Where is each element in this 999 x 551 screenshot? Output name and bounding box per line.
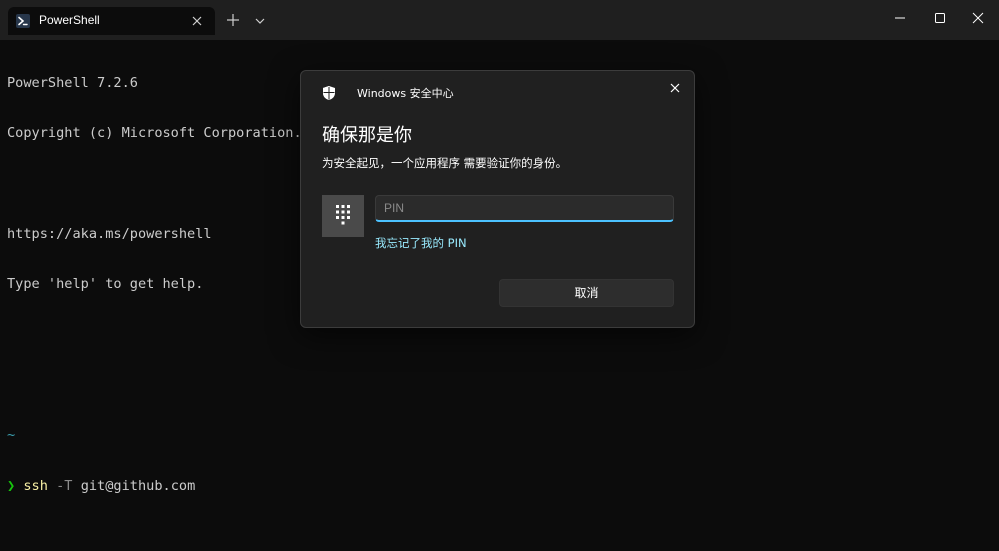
terminal-line: https://aka.ms/powershell: [7, 225, 212, 242]
tab-title: PowerShell: [39, 13, 100, 27]
minimize-icon: [895, 17, 905, 19]
maximize-icon: [935, 13, 945, 23]
command-name: ssh: [23, 477, 48, 494]
maximize-button[interactable]: [920, 0, 960, 36]
command-argument: git@github.com: [80, 477, 196, 494]
shield-icon: [322, 85, 336, 101]
windows-security-dialog: Windows 安全中心 确保那是你 为安全起见，一个应用程序 需要验证你的身份…: [300, 70, 695, 328]
minimize-button[interactable]: [880, 0, 920, 36]
tab-close-icon[interactable]: [189, 13, 205, 29]
close-icon: [972, 12, 984, 24]
dialog-app-title: Windows 安全中心: [357, 87, 454, 100]
pin-input[interactable]: [375, 195, 674, 222]
title-bar: PowerShell: [0, 0, 999, 40]
command-flag: -T: [56, 477, 73, 494]
prompt-chevron-icon: ❯: [7, 477, 16, 494]
terminal-output[interactable]: PowerShell 7.2.6 Copyright (c) Microsoft…: [7, 41, 302, 511]
forgot-pin-link[interactable]: 我忘记了我的 PIN: [375, 235, 467, 251]
tab-powershell[interactable]: PowerShell: [8, 7, 215, 35]
close-window-button[interactable]: [958, 0, 998, 36]
new-tab-plus-icon[interactable]: [224, 11, 242, 29]
prompt-cwd: ~: [7, 427, 16, 444]
keypad-icon: [322, 195, 364, 237]
dialog-close-icon[interactable]: [668, 80, 682, 94]
dialog-subtitle: 为安全起见，一个应用程序 需要验证你的身份。: [322, 156, 568, 170]
powershell-icon: [16, 14, 30, 28]
prompt-line: ❯ ssh -T git@github.com: [7, 478, 302, 495]
chevron-down-icon[interactable]: [252, 13, 268, 27]
terminal-line: PowerShell 7.2.6: [7, 74, 138, 91]
terminal-line: Type 'help' to get help.: [7, 276, 204, 293]
terminal-line: Copyright (c) Microsoft Corporation.: [7, 124, 302, 141]
cancel-button[interactable]: 取消: [499, 279, 674, 307]
dialog-heading: 确保那是你: [322, 125, 412, 146]
